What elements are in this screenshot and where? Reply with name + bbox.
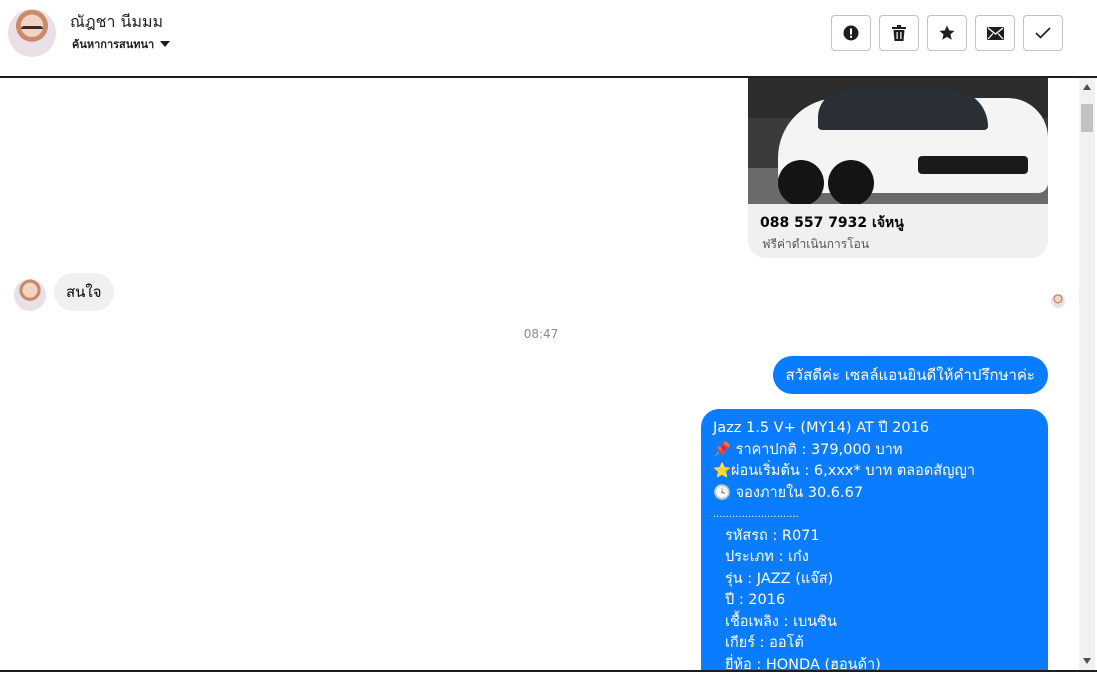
check-icon (1035, 27, 1051, 39)
car-wheel-front (828, 160, 874, 204)
detail-line: ⭐ผ่อนเริ่มต้น : 6,xxx* บาท ตลอดสัญญา (713, 463, 975, 479)
outgoing-greeting-message[interactable]: สวัสดีค่ะ เซลล์แอนยินดีให้คำปรึกษาค่ะ (772, 356, 1048, 394)
alert-icon (843, 25, 859, 41)
trash-icon (892, 25, 906, 41)
detail-line: เชื้อเพลิง : เบนซิน (725, 613, 837, 630)
contact-avatar[interactable] (8, 9, 56, 57)
card-subtitle: ฟรีค่าดำเนินการโอน (762, 237, 870, 251)
detail-separator: ........................... (713, 509, 799, 520)
scroll-down-arrow-icon[interactable] (1083, 658, 1091, 664)
manage-label: ค้นหาการสนทนา (72, 38, 155, 51)
car-image[interactable] (748, 78, 1048, 204)
listing-card[interactable]: 088 557 7932 เจ้หนู ฟรีค่าดำเนินการโอน (748, 78, 1048, 258)
detail-line: เกียร์ : ออโต้ (725, 635, 804, 651)
detail-line: ปี : 2016 (725, 592, 786, 608)
thread-scrollbar[interactable] (1079, 78, 1095, 670)
scroll-up-arrow-icon[interactable] (1083, 84, 1091, 90)
message-timestamp: 08:47 (523, 327, 559, 341)
detail-line: 📌 ราคาปกติ : 379,000 บาท (713, 441, 903, 458)
mail-icon (986, 26, 1004, 40)
contact-name[interactable]: ณัฎชา นีมมม (70, 10, 163, 35)
detail-line: รหัสรถ : R071 (725, 527, 820, 544)
report-button[interactable] (831, 15, 871, 51)
card-title: 088 557 7932 เจ้หนู (760, 215, 904, 231)
message-thread[interactable]: 088 557 7932 เจ้หนู ฟรีค่าดำเนินการโอน ส… (0, 78, 1097, 670)
mark-done-button[interactable] (1023, 15, 1063, 51)
avatar-glasses (21, 26, 43, 32)
sender-avatar[interactable] (14, 279, 46, 311)
composer-divider (0, 670, 1097, 672)
star-icon (939, 25, 955, 40)
car-window (818, 90, 988, 130)
detail-line: รุ่น : JAZZ (แจ๊ส) (725, 570, 834, 587)
detail-line: ประเภท : เก๋ง (725, 549, 809, 565)
seen-indicator-avatar (1051, 294, 1065, 308)
delete-button[interactable] (879, 15, 919, 51)
star-button[interactable] (927, 15, 967, 51)
detail-line: ยี่ห้อ : HONDA (ฮอนด้า) (725, 656, 881, 671)
car-wheel-rear (778, 160, 824, 204)
mark-unread-button[interactable] (975, 15, 1015, 51)
manage-conversation-dropdown[interactable]: ค้นหาการสนทนา (72, 35, 171, 53)
incoming-message[interactable]: สนใจ (54, 273, 114, 311)
detail-line: 🕓 จองภายใน 30.6.67 (713, 484, 864, 501)
outgoing-details-message[interactable]: Jazz 1.5 V+ (MY14) AT ปี 2016 📌 ราคาปกติ… (701, 409, 1048, 670)
car-grille (918, 156, 1028, 174)
chevron-down-icon (160, 41, 171, 47)
scroll-thumb[interactable] (1081, 104, 1093, 132)
conversation-header: ณัฎชา นีมมม ค้นหาการสนทนา (0, 0, 1097, 78)
detail-line: Jazz 1.5 V+ (MY14) AT ปี 2016 (713, 420, 930, 436)
